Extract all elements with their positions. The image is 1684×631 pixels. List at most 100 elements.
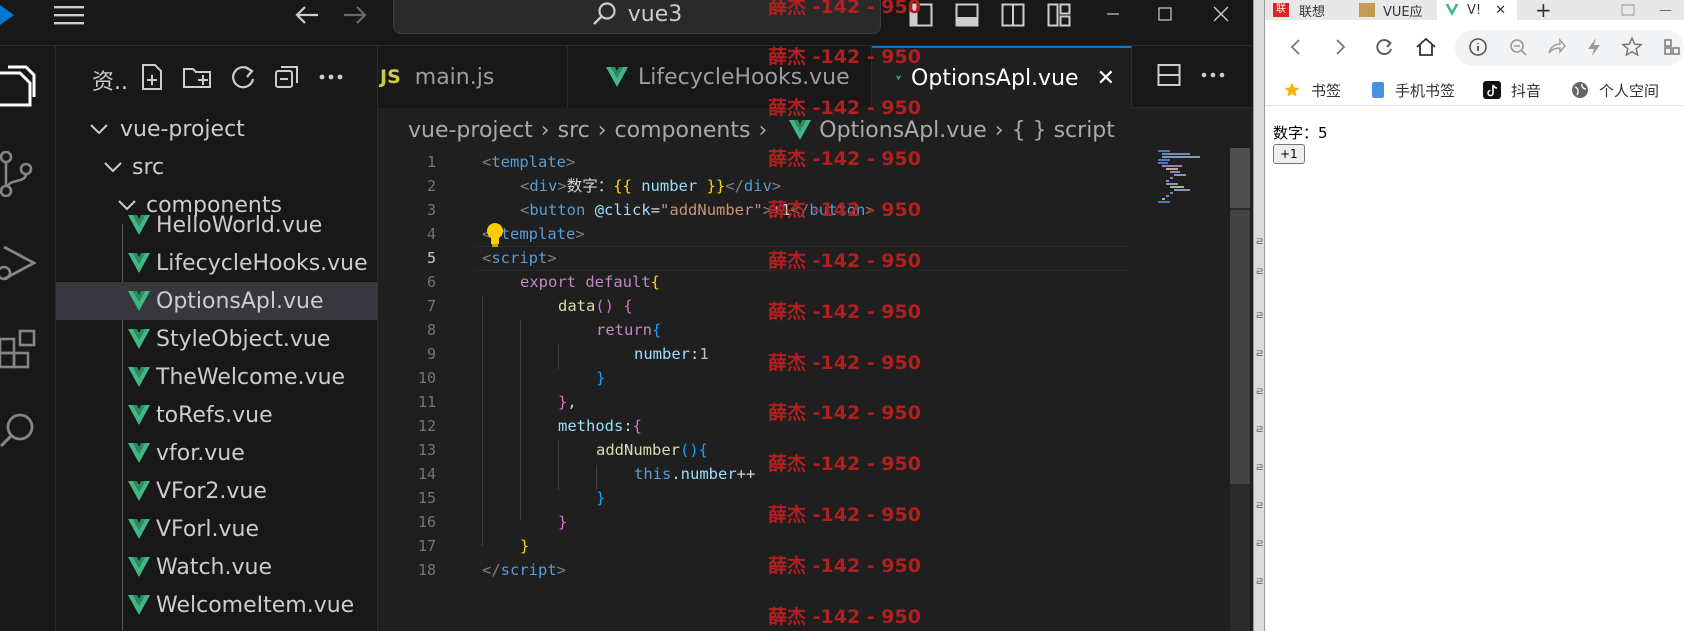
line-number: 14	[417, 465, 436, 483]
line-number: 6	[426, 273, 436, 291]
chevron-right-icon: ›	[994, 117, 1004, 143]
breadcrumb-item[interactable]: OptionsApl.vue	[819, 118, 987, 143]
bookmark-item[interactable]: 书签	[1283, 80, 1341, 100]
tree-file-helloworld[interactable]: HelloWorld.vue	[56, 210, 378, 240]
tree-item-label: HelloWorld.vue	[156, 212, 323, 238]
vue-file-icon	[896, 75, 902, 81]
line-number: 12	[417, 417, 436, 435]
increment-button[interactable]: +1	[1273, 144, 1305, 164]
search-icon	[592, 2, 616, 25]
bookmark-item[interactable]: 抖音	[1483, 80, 1541, 100]
zoom-out-icon[interactable]	[1505, 34, 1531, 60]
tab-search-icon[interactable]	[1621, 0, 1635, 20]
watermark-text: 薛杰 -142 - 950	[768, 301, 921, 323]
bookmark-label: 个人空间	[1599, 81, 1660, 100]
tree-item-label: OptionsApl.vue	[156, 288, 324, 314]
watermark-text: 薛杰 -142 - 950	[768, 504, 921, 526]
breadcrumb-item[interactable]: src	[558, 118, 590, 143]
browser-tab-label: VUE应	[1383, 4, 1423, 20]
bookmark-item[interactable]: 个人空间	[1571, 80, 1659, 100]
close-tab-icon[interactable]: ✕	[1097, 66, 1115, 91]
tree-file-thewelcome[interactable]: TheWelcome.vue	[56, 358, 378, 396]
minimize-browser-icon[interactable]: —	[1659, 0, 1672, 20]
tab-main-js[interactable]: JS main.js	[378, 46, 568, 108]
breadcrumb-item[interactable]: { } script	[1012, 118, 1115, 143]
bookmark-label: 书签	[1311, 81, 1342, 100]
forward-arrow-icon[interactable]	[338, 2, 372, 28]
tree-file-welcomeitem[interactable]: WelcomeItem.vue	[56, 586, 378, 624]
tree-file-torefs[interactable]: toRefs.vue	[56, 396, 378, 434]
refresh-explorer-icon[interactable]	[226, 60, 260, 94]
menu-icon[interactable]	[52, 2, 86, 28]
new-tab-icon[interactable]: +	[1535, 0, 1552, 22]
tree-item-label: toRefs.vue	[156, 402, 273, 428]
code-token: 1	[699, 345, 709, 363]
new-folder-icon[interactable]	[180, 60, 214, 94]
more-actions-icon[interactable]	[314, 60, 348, 94]
tree-file-vfor[interactable]: vfor.vue	[56, 434, 378, 472]
minimize-window-icon[interactable]	[1088, 0, 1138, 28]
search-activity-icon[interactable]	[0, 404, 56, 460]
share-icon[interactable]	[1543, 34, 1569, 60]
new-file-icon[interactable]	[136, 60, 170, 94]
forward-icon[interactable]	[1327, 34, 1353, 60]
line-number: 11	[417, 393, 436, 411]
code-token: template	[491, 153, 566, 171]
bookmark-item[interactable]: 手机书签	[1371, 80, 1455, 100]
tree-item-label: VFor2.vue	[156, 478, 267, 504]
tree-file-styleobject[interactable]: StyleObject.vue	[56, 320, 378, 358]
back-icon[interactable]	[1283, 34, 1309, 60]
breadcrumb: vue-project › src › components › Options…	[408, 112, 1115, 148]
source-control-icon[interactable]	[0, 146, 56, 202]
site-info-icon[interactable]	[1465, 34, 1491, 60]
tree-file-vforl[interactable]: VForl.vue	[56, 510, 378, 548]
line-number: 13	[417, 441, 436, 459]
home-icon[interactable]	[1413, 34, 1439, 60]
bookmark-label: 手机书签	[1395, 81, 1456, 100]
watermark-text: 薛杰 -142 - 950	[768, 250, 921, 272]
code-line-9: number:1	[634, 345, 709, 363]
vue-file-icon	[128, 215, 150, 235]
line-number: 2	[426, 177, 436, 195]
tree-file-optionsapl[interactable]: OptionsApl.vue	[56, 282, 378, 320]
code-line-2: <div>数字：{{ number }}</div>	[520, 177, 782, 195]
browser-tab-active[interactable]: V! ✕	[1437, 0, 1517, 20]
editor-more-actions-icon[interactable]	[1198, 60, 1228, 90]
maximize-window-icon[interactable]	[1140, 0, 1190, 28]
toggle-secondary-sidebar-icon[interactable]	[998, 2, 1028, 28]
extensions-puzzle-icon[interactable]	[1659, 34, 1684, 60]
extensions-icon[interactable]	[0, 322, 56, 378]
code-token: addNumber	[596, 441, 680, 459]
tree-folder-src[interactable]: src	[56, 148, 378, 186]
toggle-panel-icon[interactable]	[952, 2, 982, 28]
tree-file-vfor2[interactable]: VFor2.vue	[56, 472, 378, 510]
vue-file-icon	[128, 253, 150, 273]
reload-icon[interactable]	[1371, 34, 1397, 60]
customize-layout-icon[interactable]	[1044, 2, 1074, 28]
bolt-icon[interactable]	[1581, 34, 1607, 60]
breadcrumb-item[interactable]: vue-project	[408, 118, 533, 143]
code-token: script	[500, 561, 557, 579]
tree-file-lifecyclehooks[interactable]: LifecycleHooks.vue	[56, 244, 378, 282]
tree-folder-vue-project[interactable]: vue-project	[56, 110, 378, 148]
back-arrow-icon[interactable]	[290, 2, 324, 28]
explorer-icon[interactable]	[0, 60, 56, 116]
divider-mark: ㄹ	[1255, 425, 1265, 436]
close-window-icon[interactable]	[1196, 0, 1246, 28]
star-icon	[1284, 82, 1300, 97]
bookmark-star-icon[interactable]	[1619, 34, 1645, 60]
line-number: 5	[426, 249, 436, 267]
run-debug-icon[interactable]	[0, 236, 56, 292]
editor-scrollbar-region[interactable]	[1230, 210, 1250, 484]
tree-file-watch[interactable]: Watch.vue	[56, 548, 378, 586]
close-tab-icon[interactable]: ✕	[1495, 3, 1506, 18]
collapse-folders-icon[interactable]	[270, 60, 304, 94]
browser-tab[interactable]: VUE应	[1359, 0, 1423, 20]
line-number: 8	[426, 321, 436, 339]
douyin-icon	[1483, 81, 1501, 99]
breadcrumb-item[interactable]: components	[615, 118, 751, 143]
browser-tab[interactable]: 联 联想	[1273, 0, 1325, 20]
editor-scrollbar-thumb[interactable]	[1230, 148, 1250, 208]
split-editor-icon[interactable]	[1154, 60, 1184, 90]
code-token: export default	[520, 273, 651, 291]
